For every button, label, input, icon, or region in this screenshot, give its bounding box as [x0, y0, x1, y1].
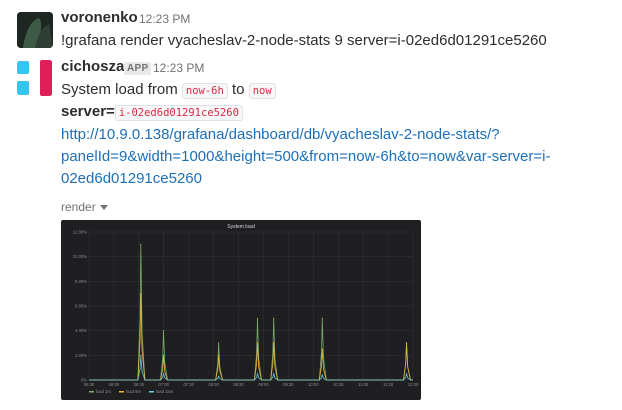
- caret-down-icon: [99, 205, 108, 211]
- message-line-1: System load from now-6h to now: [61, 79, 276, 102]
- series-peak-point: [162, 330, 165, 332]
- dashboard-link-line-2[interactable]: panelId=9&width=1000&height=500&from=now…: [61, 146, 550, 168]
- legend-label: load 15m: [156, 389, 174, 394]
- x-tick-label: 09:00: [258, 382, 269, 387]
- username[interactable]: cichosza: [61, 58, 124, 75]
- series-peak-point: [140, 243, 142, 245]
- dashboard-link-line-1[interactable]: http://10.9.0.138/grafana/dashboard/db/v…: [61, 124, 500, 146]
- series-peak-point: [218, 354, 220, 356]
- series-peak-point: [273, 373, 275, 375]
- y-tick-label: 8.00%: [75, 279, 87, 284]
- legend-swatch: [119, 391, 124, 393]
- x-tick-label: 07:30: [183, 382, 194, 387]
- x-tick-label: 10:00: [308, 382, 319, 387]
- timestamp[interactable]: 12:23 PM: [153, 61, 204, 75]
- series-peak-point: [256, 342, 259, 344]
- x-tick-label: 11:00: [358, 382, 369, 387]
- x-tick-label: 06:00: [109, 382, 120, 387]
- avatar-image: [17, 12, 53, 48]
- legend-label: load 1m: [96, 389, 111, 394]
- from-code: now-6h: [181, 83, 228, 99]
- series-peak-point: [162, 354, 165, 356]
- message-text: !grafana render vyacheslav-2-node-stats …: [61, 32, 547, 49]
- x-tick-label: 06:30: [84, 382, 95, 387]
- timestamp[interactable]: 12:23 PM: [139, 12, 190, 26]
- y-tick-label: 2.00%: [75, 353, 87, 358]
- series-peak-point: [218, 342, 220, 344]
- y-tick-label: 10.00%: [73, 254, 87, 259]
- series-line-0: [89, 244, 413, 381]
- x-tick-label: 06:30: [134, 382, 145, 387]
- series-peak-point: [405, 342, 408, 344]
- series-peak-point: [321, 374, 323, 376]
- y-tick-label: 6.00%: [75, 304, 87, 309]
- series-peak-point: [273, 317, 275, 319]
- series-line-1: [89, 293, 413, 381]
- server-code: i-02ed6d01291ce5260: [114, 105, 243, 121]
- series-peak-point: [162, 373, 165, 375]
- grafana-chart-image[interactable]: System load 0% 2.00% 4.00% 6.00% 8.00% 10.00% 1…: [61, 220, 421, 400]
- legend-swatch: [149, 391, 154, 393]
- message-line-2: server= i-02ed6d01291ce5260: [61, 101, 243, 124]
- y-tick-label: 4.00%: [75, 328, 87, 333]
- username[interactable]: voronenko: [61, 9, 138, 26]
- x-tick-label: 12:00: [408, 382, 419, 387]
- dashboard-link-line-3[interactable]: 02ed6d01291ce5260: [61, 168, 202, 190]
- text-mid: to: [232, 81, 245, 98]
- to-code: now: [248, 83, 276, 99]
- chart-title: System load: [227, 224, 255, 230]
- grafana-bot-icon: [17, 60, 52, 96]
- series-peak-point: [256, 317, 259, 319]
- y-tick-label: 12.00%: [73, 230, 87, 235]
- x-tick-label: 10:30: [333, 382, 344, 387]
- attachment-toggle[interactable]: render: [61, 200, 108, 214]
- system-load-chart: System load0%2.00%4.00%6.00%8.00%10.00%1…: [73, 224, 419, 394]
- series-peak-point: [321, 348, 323, 350]
- series-peak-point: [140, 293, 142, 295]
- x-tick-label: 07:00: [159, 382, 170, 387]
- app-badge: APP: [124, 62, 152, 75]
- legend-swatch: [89, 391, 94, 393]
- x-tick-label: 11:30: [383, 382, 394, 387]
- x-tick-label: 08:00: [208, 382, 219, 387]
- series-peak-point: [405, 373, 408, 375]
- series-peak-point: [218, 375, 220, 377]
- server-label: server=: [61, 103, 115, 120]
- text-prefix: System load from: [61, 81, 178, 98]
- series-peak-point: [321, 317, 323, 319]
- avatar-voronenko[interactable]: [17, 12, 53, 48]
- avatar-cichosza[interactable]: [17, 60, 53, 96]
- attachment-label: render: [61, 200, 96, 214]
- series-peak-point: [256, 373, 259, 375]
- legend-label: load 5m: [126, 389, 141, 394]
- x-tick-label: 08:30: [233, 382, 244, 387]
- x-tick-label: 09:30: [283, 382, 294, 387]
- series-peak-point: [140, 354, 142, 356]
- series-peak-point: [273, 342, 275, 344]
